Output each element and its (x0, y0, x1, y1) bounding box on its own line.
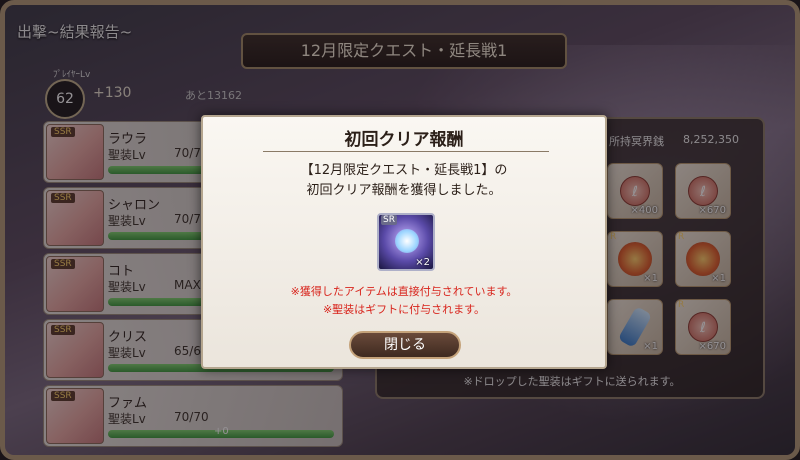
dialog-message-line1: 【12月限定クエスト・延長戦1】の (300, 163, 508, 178)
dialog-title: 初回クリア報酬 (344, 130, 464, 150)
warning-item-granted: ※獲得したアイテムは直接付与されています。 (290, 285, 518, 298)
dialog-message-line2: 初回クリア報酬を獲得しました。 (306, 183, 502, 198)
dialog-message: 【12月限定クエスト・延長戦1】の 初回クリア報酬を獲得しました。 (203, 161, 605, 201)
title-divider (263, 151, 549, 152)
close-button[interactable]: 閉じる (349, 331, 461, 359)
reward-rarity: SR (381, 215, 397, 225)
first-clear-reward-dialog: 初回クリア報酬 【12月限定クエスト・延長戦1】の 初回クリア報酬を獲得しました… (201, 115, 607, 369)
game-screen: 出撃~結果報告~ 12月限定クエスト・延長戦1 ﾌﾟﾚｲﾔｰLv 62 +130… (0, 0, 800, 460)
warning-gift: ※聖装はギフトに付与されます。 (322, 303, 486, 316)
reward-item-icon: SR ×2 (377, 213, 435, 271)
spirit-icon (395, 229, 419, 253)
reward-count: ×2 (415, 257, 430, 268)
